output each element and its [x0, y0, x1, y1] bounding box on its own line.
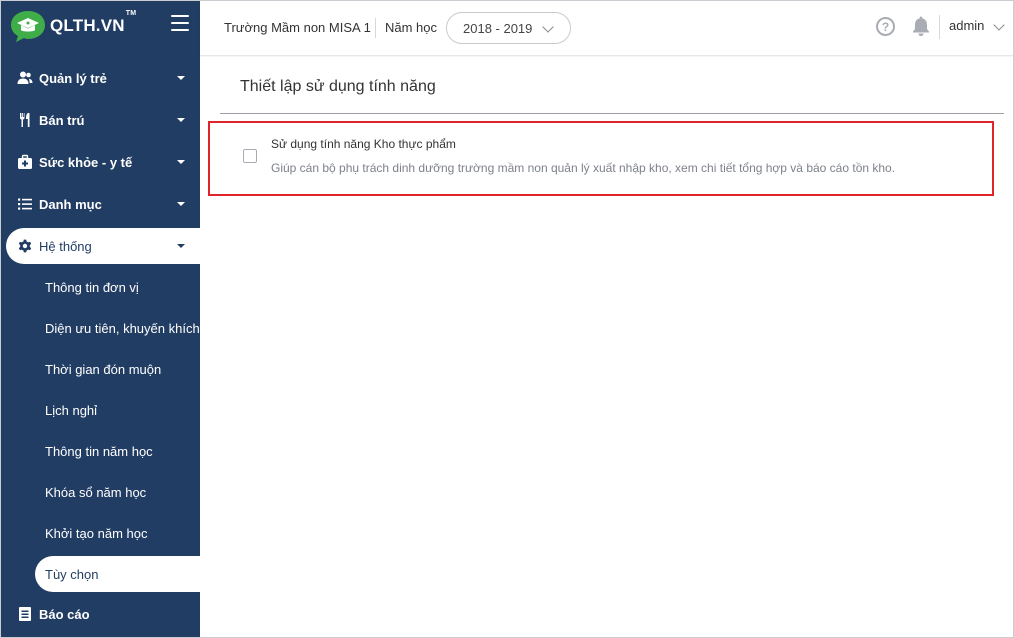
chevron-down-icon	[177, 118, 185, 122]
submenu-item-thong-tin-nam-hoc[interactable]: Thông tin năm học	[1, 431, 200, 472]
user-name[interactable]: admin	[949, 18, 984, 33]
app-window: QLTH.VNTM Quản lý trẻ Bán trú Sức khỏe -…	[0, 0, 1014, 638]
logo-mark-icon	[9, 9, 47, 43]
sidebar-item-label: Danh mục	[39, 196, 102, 212]
sidebar-item-danh-muc[interactable]: Danh mục	[1, 183, 200, 225]
feature-option-highlighted: Sử dụng tính năng Kho thực phẩm Giúp cán…	[208, 121, 994, 196]
sidebar-item-label: Bán trú	[39, 112, 85, 128]
header-divider	[375, 18, 376, 38]
logo-trademark: TM	[125, 10, 137, 17]
chevron-down-icon	[177, 160, 185, 164]
submenu-item-lich-nghi[interactable]: Lịch nghỉ	[1, 390, 200, 431]
main-content: Thiết lập sử dụng tính năng Sử dụng tính…	[200, 57, 1013, 637]
top-header: Trường Mầm non MISA 1 Năm học 2018 - 201…	[200, 1, 1013, 56]
sidebar-item-suc-khoe[interactable]: Sức khỏe - y tế	[1, 141, 200, 183]
medical-kit-icon	[17, 154, 33, 170]
submenu-item-khoi-tao-nam-hoc[interactable]: Khởi tạo năm học	[1, 513, 200, 554]
chevron-down-icon	[542, 21, 554, 33]
title-divider	[220, 113, 1004, 114]
submenu-item-tuy-chon[interactable]: Tùy chọn	[35, 556, 200, 592]
chevron-down-icon	[177, 202, 185, 206]
school-year-value: 2018 - 2019	[463, 20, 533, 36]
hamburger-menu-icon[interactable]	[171, 15, 189, 31]
chevron-down-icon	[177, 244, 185, 248]
feature-title: Sử dụng tính năng Kho thực phẩm	[271, 137, 456, 151]
logo[interactable]: QLTH.VNTM	[9, 9, 136, 43]
utensils-icon	[17, 112, 33, 128]
page-title: Thiết lập sử dụng tính năng	[240, 78, 436, 95]
submenu-item-thoi-gian-don-muon[interactable]: Thời gian đón muộn	[1, 349, 200, 390]
sidebar-item-ban-tru[interactable]: Bán trú	[1, 99, 200, 141]
school-name: Trường Mầm non MISA 1	[224, 20, 371, 35]
submenu-item-thong-tin-don-vi[interactable]: Thông tin đơn vị	[1, 267, 200, 308]
feature-description: Giúp cán bộ phụ trách dinh dưỡng trường …	[271, 161, 896, 175]
sidebar-item-quan-ly-tre[interactable]: Quản lý trẻ	[1, 57, 200, 99]
submenu-item-dien-uu-tien[interactable]: Diện ưu tiên, khuyến khích	[1, 308, 200, 349]
submenu-he-thong: Thông tin đơn vị Diện ưu tiên, khuyến kh…	[1, 267, 200, 592]
logo-text: QLTH.VNTM	[50, 10, 137, 35]
school-year-select[interactable]: 2018 - 2019	[446, 12, 571, 44]
sidebar: QLTH.VNTM Quản lý trẻ Bán trú Sức khỏe -…	[1, 1, 200, 637]
school-year-label: Năm học	[385, 20, 438, 35]
users-icon	[17, 70, 33, 86]
feature-checkbox[interactable]	[243, 149, 257, 163]
sidebar-item-label: Quản lý trẻ	[39, 70, 107, 86]
sidebar-item-label: Báo cáo	[39, 606, 90, 622]
help-icon[interactable]: ?	[876, 17, 895, 36]
submenu-item-khoa-so-nam-hoc[interactable]: Khóa sổ năm học	[1, 472, 200, 513]
gear-icon	[17, 238, 33, 254]
list-icon	[17, 196, 33, 212]
bell-icon[interactable]	[911, 15, 931, 37]
chevron-down-icon	[177, 76, 185, 80]
sidebar-item-he-thong[interactable]: Hệ thống	[6, 228, 200, 264]
header-divider	[939, 15, 940, 39]
sidebar-item-bao-cao[interactable]: Báo cáo	[1, 593, 200, 635]
sidebar-menu: Quản lý trẻ Bán trú Sức khỏe - y tế Danh…	[1, 57, 200, 635]
sidebar-item-label: Hệ thống	[39, 238, 92, 254]
sidebar-item-label: Sức khỏe - y tế	[39, 154, 133, 170]
report-icon	[17, 606, 33, 622]
user-chevron-down-icon[interactable]	[993, 19, 1005, 31]
